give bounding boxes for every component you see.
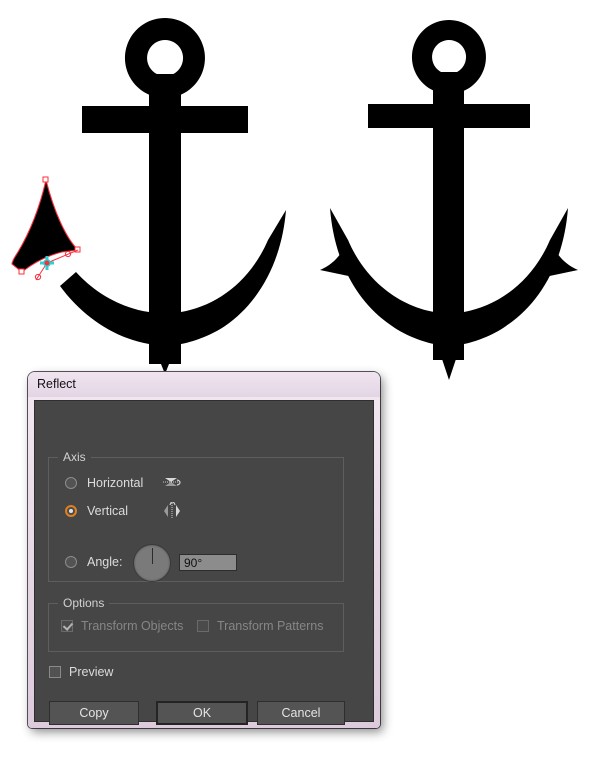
- reflect-vertical-icon: [164, 502, 180, 519]
- radio-vertical[interactable]: [65, 505, 77, 517]
- checkbox-transform-patterns: [197, 620, 209, 632]
- radio-label-horizontal: Horizontal: [87, 476, 144, 490]
- dialog-title: Reflect: [37, 377, 76, 391]
- radio-row-vertical[interactable]: Vertical: [65, 502, 128, 520]
- checkbox-label-transform-objects: Transform Objects: [81, 619, 184, 633]
- angle-input[interactable]: [179, 554, 237, 571]
- angle-dial-icon[interactable]: [133, 544, 171, 582]
- checkbox-preview[interactable]: [49, 666, 61, 678]
- radio-label-vertical: Vertical: [87, 504, 128, 518]
- checkbox-row-transform-patterns: Transform Patterns: [197, 618, 324, 634]
- radio-angle[interactable]: [65, 556, 77, 568]
- anchor-right-complete[interactable]: [306, 16, 592, 380]
- ok-button[interactable]: OK: [156, 701, 248, 725]
- checkbox-label-preview: Preview: [69, 665, 114, 679]
- checkbox-transform-objects: [61, 620, 73, 632]
- dialog-titlebar[interactable]: Reflect: [28, 372, 380, 397]
- axis-group-label: Axis: [58, 450, 91, 464]
- checkbox-label-transform-patterns: Transform Patterns: [217, 619, 324, 633]
- radio-row-horizontal[interactable]: Horizontal: [65, 474, 143, 492]
- checkbox-row-transform-objects: Transform Objects: [61, 618, 183, 634]
- reflect-dialog[interactable]: Reflect Axis Horizontal Vertical Angle: …: [28, 372, 380, 728]
- reflect-horizontal-icon: [163, 478, 181, 486]
- radio-row-angle[interactable]: Angle:: [65, 553, 122, 571]
- copy-button[interactable]: Copy: [49, 701, 139, 725]
- axis-group: Axis Horizontal Vertical Angle: 90°: [48, 450, 344, 582]
- radio-label-angle: Angle:: [87, 555, 123, 569]
- cancel-button[interactable]: Cancel: [257, 701, 345, 725]
- radio-horizontal[interactable]: [65, 477, 77, 489]
- options-group-label: Options: [58, 596, 110, 610]
- options-group: Options Transform Objects Transform Patt…: [48, 596, 344, 652]
- anchor-left-partial[interactable]: [10, 14, 300, 374]
- checkbox-row-preview[interactable]: Preview: [49, 664, 113, 680]
- dialog-body: Axis Horizontal Vertical Angle: 90° Opti…: [34, 400, 374, 725]
